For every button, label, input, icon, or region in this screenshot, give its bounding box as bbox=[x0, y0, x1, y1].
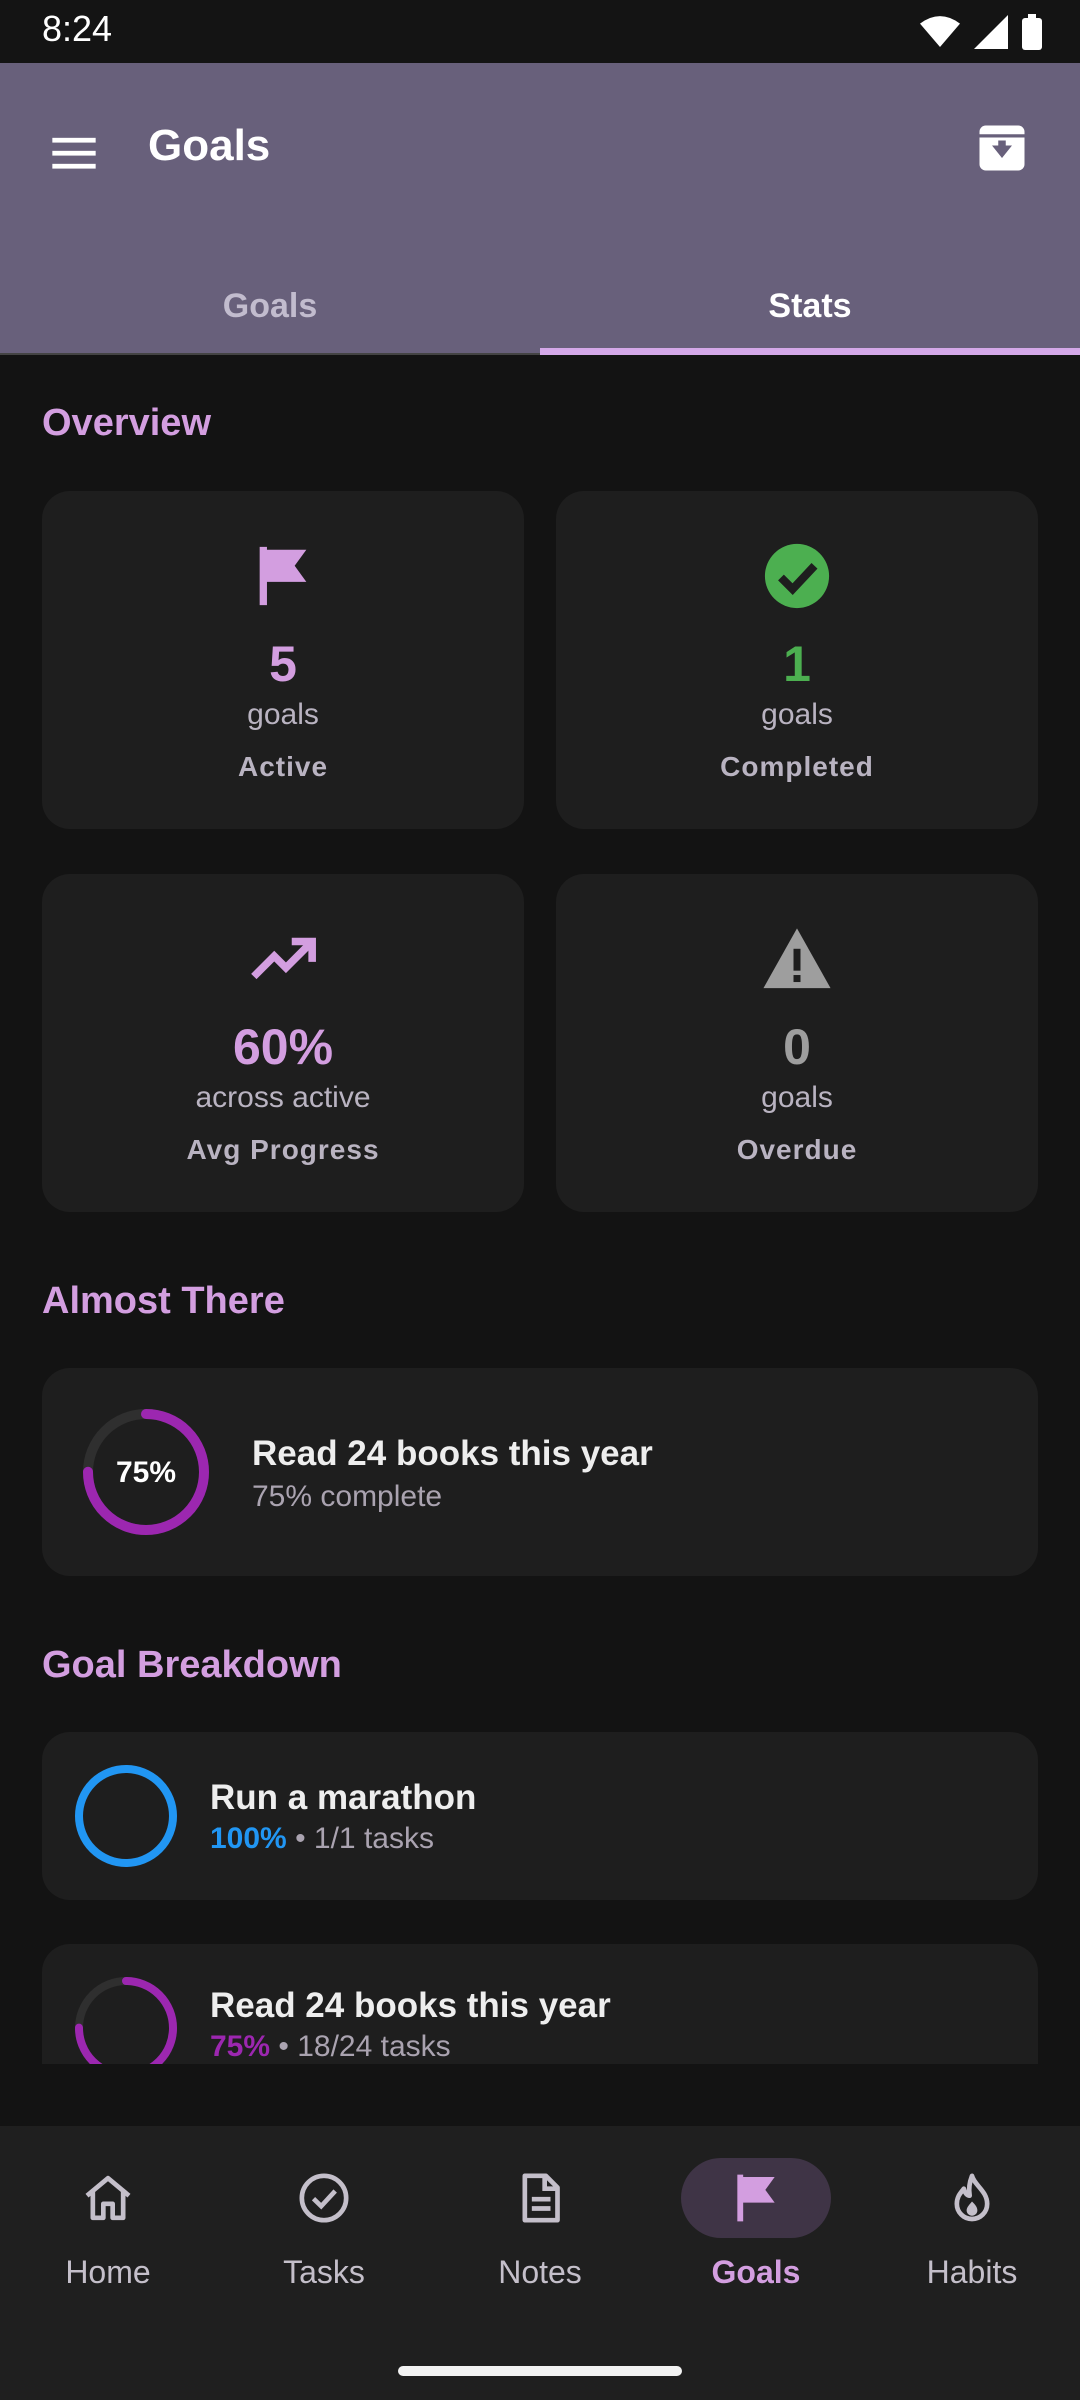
stat-unit: goals bbox=[247, 698, 319, 731]
stat-value: 1 bbox=[783, 636, 811, 692]
status-icons bbox=[920, 12, 1042, 52]
nav-item-notes[interactable]: Notes bbox=[432, 2126, 648, 2326]
flame-icon bbox=[954, 2173, 990, 2222]
stat-value: 60% bbox=[232, 1019, 334, 1075]
archive-icon[interactable] bbox=[972, 118, 1032, 178]
nav-item-home[interactable]: Home bbox=[0, 2126, 216, 2326]
goal-percent: 75% bbox=[210, 2030, 271, 2063]
cellular-icon bbox=[974, 15, 1008, 49]
tab-bar: Goals Stats bbox=[0, 253, 1080, 355]
bottom-nav: Home Tasks Notes Goals Habits bbox=[0, 2126, 1080, 2400]
stat-card-completed: 1 goals Completed bbox=[556, 491, 1038, 829]
nav-item-goals[interactable]: Goals bbox=[648, 2126, 864, 2326]
stat-value: 0 bbox=[783, 1019, 811, 1075]
goal-tasks: • 1/1 tasks bbox=[286, 1822, 434, 1855]
stat-card-active: 5 goals Active bbox=[42, 491, 524, 829]
stat-unit: goals bbox=[761, 698, 833, 731]
home-indicator[interactable] bbox=[398, 2366, 682, 2376]
progress-ring: 75% bbox=[83, 1409, 209, 1535]
wifi-icon bbox=[920, 16, 960, 47]
tab-stats[interactable]: Stats bbox=[540, 253, 1080, 355]
check-circle-outline-icon bbox=[299, 2173, 349, 2223]
nav-label: Notes bbox=[498, 2254, 582, 2290]
stat-value: 5 bbox=[269, 636, 297, 692]
warning-icon bbox=[763, 928, 831, 989]
tab-indicator bbox=[540, 348, 1080, 355]
app-bar: Goals Goals Stats bbox=[0, 63, 1080, 355]
progress-ring bbox=[75, 1977, 177, 2064]
tab-divider bbox=[0, 353, 540, 355]
nav-label: Home bbox=[65, 2254, 151, 2290]
goal-subtitle: 75% complete bbox=[252, 1480, 443, 1513]
note-icon bbox=[522, 2173, 560, 2223]
page-title: Goals bbox=[148, 121, 271, 170]
stat-unit: goals bbox=[761, 1081, 833, 1114]
tab-goals[interactable]: Goals bbox=[0, 253, 540, 355]
stat-unit: across active bbox=[195, 1081, 371, 1114]
nav-label: Goals bbox=[711, 2254, 801, 2290]
goal-meta: 100% • 1/1 tasks bbox=[210, 1822, 434, 1856]
stat-caption: Overdue bbox=[736, 1134, 858, 1165]
goal-title: Read 24 books this year bbox=[210, 1986, 611, 2025]
goal-percent: 100% bbox=[210, 1822, 287, 1855]
goal-breakdown-item[interactable]: Read 24 books this year 75% • 18/24 task… bbox=[42, 1944, 1038, 2064]
status-bar: 8:24 bbox=[0, 0, 1080, 63]
flag-icon bbox=[259, 546, 307, 606]
home-icon bbox=[85, 2175, 131, 2221]
stat-caption: Avg Progress bbox=[186, 1134, 380, 1165]
progress-ring bbox=[75, 1765, 177, 1867]
goal-breakdown-clip: Read 24 books this year 75% • 18/24 task… bbox=[42, 1944, 1038, 2064]
nav-item-habits[interactable]: Habits bbox=[864, 2126, 1080, 2326]
stat-caption: Completed bbox=[720, 751, 874, 782]
nav-label: Habits bbox=[926, 2254, 1018, 2290]
goal-breakdown-item[interactable]: Run a marathon 100% • 1/1 tasks bbox=[42, 1732, 1038, 1900]
check-circle-icon bbox=[764, 543, 830, 609]
goal-meta: 75% • 18/24 tasks bbox=[210, 2030, 451, 2064]
stat-card-avg-progress: 60% across active Avg Progress bbox=[42, 874, 524, 1212]
menu-icon[interactable] bbox=[48, 127, 100, 179]
goal-title: Run a marathon bbox=[210, 1778, 477, 1817]
status-time: 8:24 bbox=[42, 8, 113, 49]
battery-icon bbox=[1022, 14, 1042, 50]
nav-label: Tasks bbox=[283, 2254, 365, 2290]
almost-there-title: Almost There bbox=[42, 1280, 285, 1322]
goal-breakdown-title: Goal Breakdown bbox=[42, 1644, 342, 1686]
flag-icon bbox=[737, 2174, 775, 2222]
goal-title: Read 24 books this year bbox=[252, 1434, 653, 1473]
trending-up-icon bbox=[251, 937, 316, 980]
stat-card-overdue: 0 goals Overdue bbox=[556, 874, 1038, 1212]
stat-caption: Active bbox=[237, 751, 329, 782]
nav-item-tasks[interactable]: Tasks bbox=[216, 2126, 432, 2326]
almost-there-card[interactable]: 75% Read 24 books this year 75% complete bbox=[42, 1368, 1038, 1576]
progress-percent-label: 75% bbox=[116, 1456, 176, 1489]
overview-title: Overview bbox=[42, 402, 211, 444]
goal-tasks: • 18/24 tasks bbox=[270, 2030, 451, 2063]
